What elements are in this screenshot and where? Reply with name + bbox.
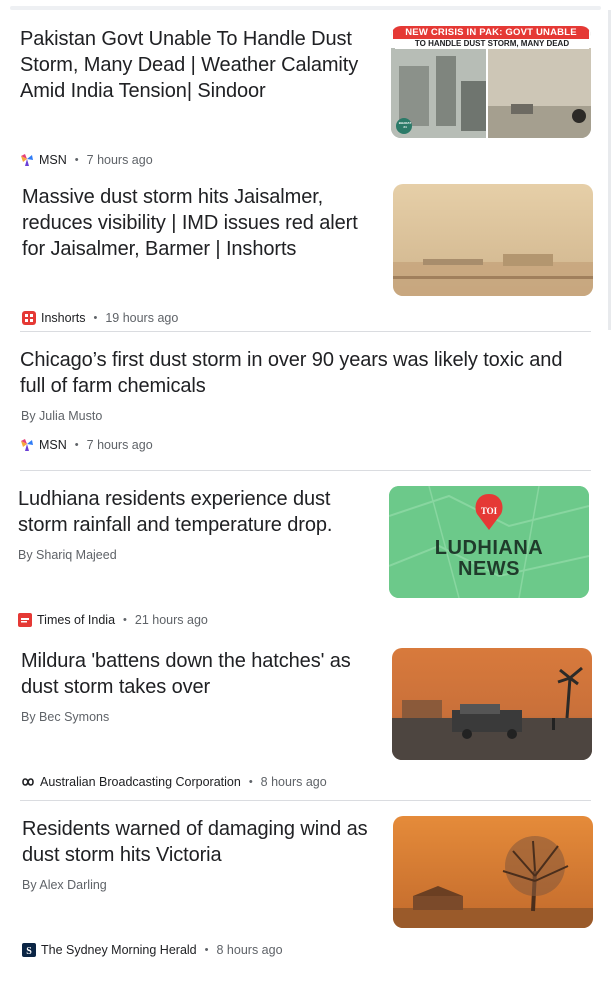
article-headline[interactable]: Pakistan Govt Unable To Handle Dust Stor…: [20, 26, 370, 104]
separator-dot: •: [93, 312, 98, 324]
timestamp: 21 hours ago: [134, 613, 208, 627]
news-card[interactable]: Residents warned of damaging wind as dus…: [0, 801, 611, 981]
news-card[interactable]: Massive dust storm hits Jaisalmer, reduc…: [0, 178, 611, 330]
article-source-row: S The Sydney Morning Herald • 8 hours ag…: [22, 943, 283, 957]
separator-dot: •: [204, 944, 209, 956]
news-card[interactable]: Chicago’s first dust storm in over 90 ye…: [0, 332, 611, 470]
separator-dot: •: [74, 439, 79, 451]
source-name[interactable]: Times of India: [37, 613, 115, 627]
article-thumbnail[interactable]: NEW CRISIS IN PAK: GOVT UNABLE TO HANDLE…: [391, 26, 591, 138]
article-source-row: MSN • 7 hours ago: [20, 153, 153, 167]
source-name[interactable]: Australian Broadcasting Corporation: [40, 775, 241, 789]
msn-logo-icon: [20, 153, 34, 167]
article-byline: By Julia Musto: [21, 409, 103, 423]
svg-text:S: S: [26, 946, 32, 957]
news-card[interactable]: Pakistan Govt Unable To Handle Dust Stor…: [0, 0, 611, 178]
thumbnail-banner-line1: NEW CRISIS IN PAK: GOVT UNABLE: [405, 27, 577, 38]
article-headline[interactable]: Massive dust storm hits Jaisalmer, reduc…: [22, 184, 372, 262]
article-source-row: Inshorts • 19 hours ago: [22, 311, 178, 325]
article-headline[interactable]: Chicago’s first dust storm in over 90 ye…: [20, 347, 586, 399]
inshorts-logo-icon: [22, 311, 36, 325]
article-headline[interactable]: Ludhiana residents experience dust storm…: [18, 486, 368, 538]
thumbnail-image: [393, 816, 593, 928]
article-headline[interactable]: Mildura 'battens down the hatches' as du…: [21, 648, 371, 700]
timestamp: 7 hours ago: [86, 153, 153, 167]
article-thumbnail[interactable]: [392, 648, 592, 760]
thumbnail-image: [393, 184, 593, 296]
news-card[interactable]: Mildura 'battens down the hatches' as du…: [0, 637, 611, 799]
source-name[interactable]: MSN: [39, 438, 67, 452]
toi-pin-label: TOI: [480, 506, 498, 516]
source-name[interactable]: MSN: [39, 153, 67, 167]
thumbnail-banner-line2: TO HANDLE DUST STORM, MANY DEAD: [414, 39, 570, 48]
article-byline: By Shariq Majeed: [18, 548, 117, 562]
timestamp: 7 hours ago: [86, 438, 153, 452]
separator-dot: •: [123, 614, 127, 626]
timestamp: 19 hours ago: [105, 311, 179, 325]
thumbnail-image: [392, 648, 592, 760]
article-thumbnail[interactable]: [393, 816, 593, 928]
separator-dot: •: [74, 154, 79, 166]
abc-logo-icon: [21, 775, 35, 789]
article-source-row: Times of India • 21 hours ago: [18, 613, 208, 627]
article-thumbnail[interactable]: [393, 184, 593, 296]
smh-logo-icon: S: [22, 943, 36, 957]
thumbnail-channel-logo: BHARAT 24: [398, 121, 412, 129]
article-source-row: Australian Broadcasting Corporation • 8 …: [21, 775, 327, 789]
source-name[interactable]: Inshorts: [41, 311, 85, 325]
msn-logo-icon: [20, 438, 34, 452]
toi-logo-icon: [18, 613, 32, 627]
article-byline: By Alex Darling: [22, 878, 107, 892]
timestamp: 8 hours ago: [216, 943, 283, 957]
thumbnail-title-line1: LUDHIANA: [434, 537, 544, 559]
news-card[interactable]: Ludhiana residents experience dust storm…: [0, 471, 611, 637]
article-source-row: MSN • 7 hours ago: [20, 438, 153, 452]
timestamp: 8 hours ago: [260, 775, 327, 789]
article-thumbnail[interactable]: TOI LUDHIANA NEWS: [389, 486, 589, 598]
article-byline: By Bec Symons: [21, 710, 110, 724]
thumbnail-title-line2: NEWS: [458, 558, 520, 580]
separator-dot: •: [248, 776, 253, 788]
article-headline[interactable]: Residents warned of damaging wind as dus…: [22, 816, 382, 868]
source-name[interactable]: The Sydney Morning Herald: [41, 943, 197, 957]
